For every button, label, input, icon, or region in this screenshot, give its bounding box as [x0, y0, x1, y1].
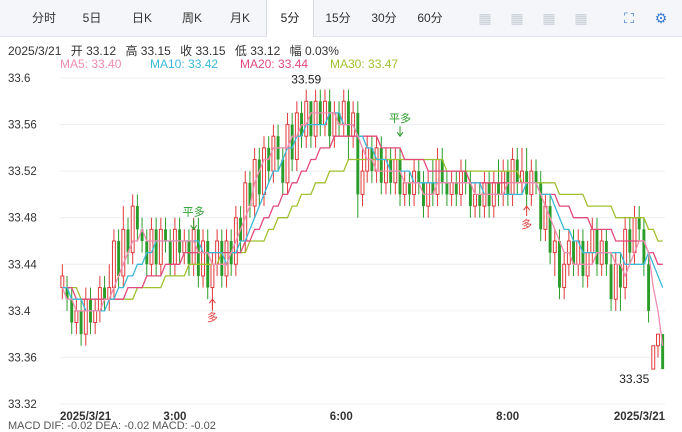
- candle-body: [623, 228, 628, 289]
- x-tick-label: 8:00: [496, 411, 519, 423]
- candle-body: [210, 263, 215, 289]
- candle-body: [130, 205, 135, 254]
- candle-body: [154, 229, 158, 265]
- macd-line-cut: MACD DIF: -0.02 DEA: -0.02 MACD: -0.02: [8, 420, 216, 432]
- candle-body: [313, 100, 318, 137]
- candle-body: [168, 241, 172, 265]
- candle-body: [83, 298, 88, 335]
- candle-body: [158, 228, 163, 265]
- candle-body: [562, 263, 567, 289]
- signal-long-label: 多: [521, 217, 532, 231]
- candle-body: [548, 206, 552, 253]
- candle-body: [135, 206, 139, 230]
- y-tick-label: 33.44: [8, 259, 37, 271]
- candle-body: [445, 182, 449, 195]
- candle-body: [407, 182, 411, 195]
- y-tick-label: 33.4: [8, 306, 31, 318]
- candle-body: [609, 264, 613, 300]
- candle-body: [398, 159, 402, 195]
- candle-body: [552, 240, 557, 254]
- signal-flat-long-label: 平多: [389, 111, 411, 125]
- signal-flat-long-label: 平多: [183, 204, 205, 218]
- candle-body: [497, 182, 500, 195]
- candle-body: [651, 345, 656, 370]
- candle-body: [262, 147, 266, 195]
- y-tick-label: 33.56: [8, 120, 37, 132]
- candle-body: [356, 112, 360, 195]
- x-tick-label: 2025/3/21: [614, 411, 666, 423]
- candle-body: [79, 310, 83, 335]
- candle-body: [121, 228, 126, 277]
- candle-body: [309, 101, 313, 137]
- candle-body: [637, 217, 641, 230]
- candle-body: [647, 264, 651, 311]
- candle-body: [93, 310, 98, 324]
- candle-body: [402, 182, 407, 195]
- candle-body: [539, 182, 543, 230]
- candle-body: [417, 171, 421, 183]
- y-tick-label: 33.36: [8, 352, 37, 364]
- candle-body: [360, 170, 365, 195]
- candle-body: [220, 241, 224, 276]
- candle-body: [149, 228, 154, 265]
- low-price-label: 33.35: [619, 372, 649, 386]
- candle-body: [304, 100, 309, 137]
- candle-body: [328, 101, 332, 137]
- candle-body: [103, 287, 107, 300]
- candle-body: [201, 240, 205, 277]
- candle-body: [449, 182, 454, 195]
- candle-body: [271, 135, 276, 172]
- candle-body: [257, 159, 261, 195]
- candle-body: [590, 228, 595, 254]
- high-price-label: 33.59: [291, 73, 321, 87]
- kline-chart[interactable]: 33.6 33.56 33.52 33.48 33.44 33.4 33.36 33.32 20…: [0, 0, 682, 428]
- y-tick-label: 33.52: [8, 166, 37, 178]
- candle-body: [632, 217, 637, 254]
- candle-body: [379, 147, 383, 183]
- x-tick-label: 6:00: [330, 411, 353, 423]
- candle-body: [534, 171, 538, 183]
- candle-body: [558, 241, 561, 288]
- y-tick-label: 33.6: [8, 73, 30, 85]
- candle-body: [613, 263, 618, 300]
- candle-body: [346, 101, 350, 137]
- candle-body: [581, 241, 585, 276]
- candle-body: [243, 182, 248, 242]
- candle-body: [285, 124, 290, 184]
- candle-body: [478, 194, 482, 207]
- candle-body: [595, 229, 599, 265]
- candle-body: [172, 228, 177, 265]
- ma10-line: [62, 112, 664, 312]
- candle-body: [642, 229, 646, 265]
- candle-body: [510, 159, 515, 195]
- candle-body: [435, 159, 440, 195]
- y-tick-label: 33.48: [8, 213, 37, 225]
- candle-body: [111, 240, 116, 289]
- candle-body: [117, 241, 121, 276]
- candle-body: [454, 182, 458, 195]
- candle-body: [290, 124, 294, 160]
- candle-body: [191, 228, 196, 265]
- candle-body: [224, 240, 229, 277]
- candle-body: [74, 310, 79, 324]
- candle-body: [182, 240, 187, 254]
- candle-body: [60, 275, 65, 289]
- signal-long-label: 多: [207, 310, 218, 324]
- candle-body: [164, 229, 167, 241]
- y-tick-label: 33.32: [8, 399, 37, 411]
- candle-body: [656, 333, 660, 347]
- candle-body: [473, 193, 478, 207]
